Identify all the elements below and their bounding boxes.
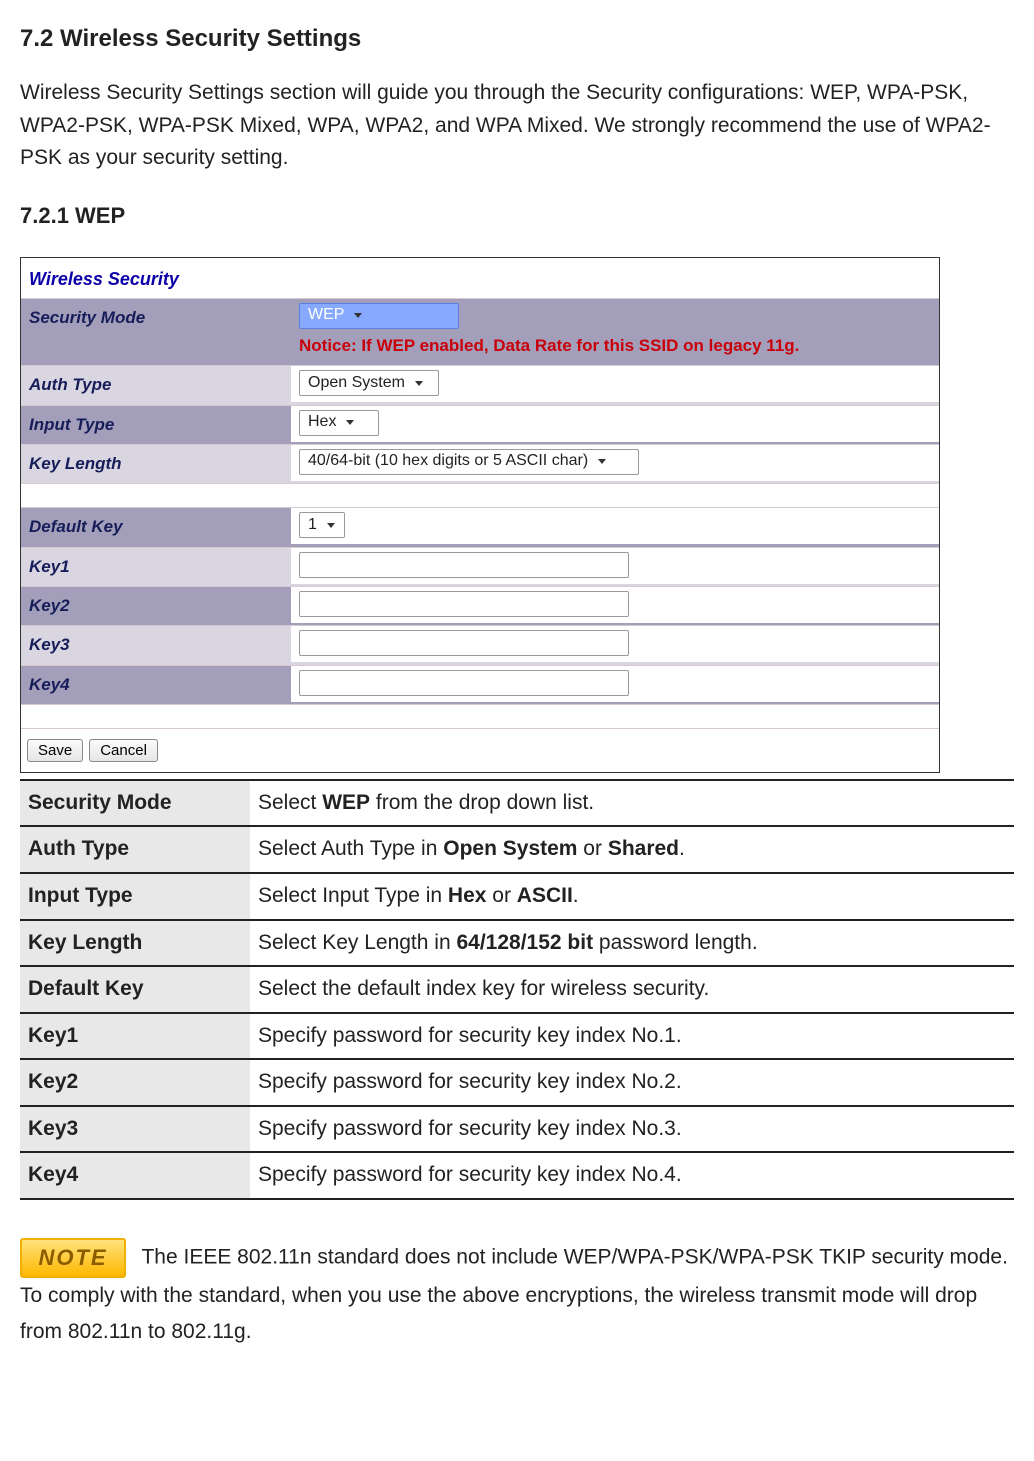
label-input-type: Input Type (21, 406, 291, 444)
input-key4[interactable] (299, 670, 629, 696)
row-key-length: Key Length 40/64-bit (10 hex digits or 5… (21, 445, 939, 484)
intro-paragraph: Wireless Security Settings section will … (20, 77, 1014, 175)
select-key-length-value: 40/64-bit (10 hex digits or 5 ASCII char… (308, 449, 588, 474)
chevron-down-icon (327, 523, 335, 528)
table-row: Key LengthSelect Key Length in 64/128/15… (20, 920, 1014, 967)
input-key1[interactable] (299, 552, 629, 578)
input-key2[interactable] (299, 591, 629, 617)
panel-title: Wireless Security (21, 258, 939, 299)
chevron-down-icon (346, 420, 354, 425)
row-key2: Key2 (21, 587, 939, 626)
select-input-type[interactable]: Hex (299, 410, 379, 436)
select-auth-type[interactable]: Open System (299, 370, 439, 396)
desc-term: Default Key (20, 966, 250, 1013)
note-badge: NOTE (20, 1238, 126, 1278)
select-default-key[interactable]: 1 (299, 512, 345, 538)
table-row: Key2Specify password for security key in… (20, 1059, 1014, 1106)
desc-definition: Specify password for security key index … (250, 1059, 1014, 1106)
label-auth-type: Auth Type (21, 366, 291, 404)
desc-term: Security Mode (20, 780, 250, 827)
select-auth-type-value: Open System (308, 371, 405, 396)
label-key-length: Key Length (21, 445, 291, 483)
description-table: Security ModeSelect WEP from the drop do… (20, 779, 1014, 1200)
select-default-key-value: 1 (308, 513, 317, 538)
select-input-type-value: Hex (308, 410, 336, 435)
desc-term: Key3 (20, 1106, 250, 1153)
select-security-mode-value: WEP (308, 303, 344, 328)
table-row: Key3Specify password for security key in… (20, 1106, 1014, 1153)
desc-definition: Select Auth Type in Open System or Share… (250, 826, 1014, 873)
table-row: Input TypeSelect Input Type in Hex or AS… (20, 873, 1014, 920)
note-text: The IEEE 802.11n standard does not inclu… (20, 1245, 1008, 1342)
table-row: Security ModeSelect WEP from the drop do… (20, 780, 1014, 827)
desc-definition: Select Input Type in Hex or ASCII. (250, 873, 1014, 920)
spacer (21, 705, 939, 729)
label-key3: Key3 (21, 626, 291, 664)
chevron-down-icon (415, 381, 423, 386)
chevron-down-icon (598, 459, 606, 464)
desc-definition: Select WEP from the drop down list. (250, 780, 1014, 827)
wep-notice-text: Notice: If WEP enabled, Data Rate for th… (299, 333, 799, 359)
cancel-button[interactable]: Cancel (89, 739, 158, 762)
label-key1: Key1 (21, 548, 291, 586)
desc-definition: Specify password for security key index … (250, 1106, 1014, 1153)
desc-term: Key Length (20, 920, 250, 967)
table-row: Key1Specify password for security key in… (20, 1013, 1014, 1060)
wireless-security-panel: Wireless Security Security Mode WEP Noti… (20, 257, 940, 773)
note-block: NOTE The IEEE 802.11n standard does not … (20, 1238, 1014, 1349)
chevron-down-icon (354, 313, 362, 318)
desc-term: Key2 (20, 1059, 250, 1106)
heading-main: 7.2 Wireless Security Settings (20, 20, 1014, 57)
select-key-length[interactable]: 40/64-bit (10 hex digits or 5 ASCII char… (299, 449, 639, 475)
label-key2: Key2 (21, 587, 291, 625)
select-security-mode[interactable]: WEP (299, 303, 459, 329)
table-row: Default KeySelect the default index key … (20, 966, 1014, 1013)
heading-subsection: 7.2.1 WEP (20, 199, 1014, 233)
desc-definition: Select Key Length in 64/128/152 bit pass… (250, 920, 1014, 967)
save-button[interactable]: Save (27, 739, 83, 762)
desc-term: Input Type (20, 873, 250, 920)
desc-term: Key1 (20, 1013, 250, 1060)
label-security-mode: Security Mode (21, 299, 291, 337)
row-default-key: Default Key 1 (21, 508, 939, 547)
button-bar: Save Cancel (21, 729, 939, 772)
row-key3: Key3 (21, 626, 939, 665)
spacer (21, 484, 939, 508)
row-input-type: Input Type Hex (21, 406, 939, 445)
row-key1: Key1 (21, 548, 939, 587)
desc-term: Key4 (20, 1152, 250, 1199)
desc-definition: Specify password for security key index … (250, 1013, 1014, 1060)
desc-term: Auth Type (20, 826, 250, 873)
row-security-mode: Security Mode WEP Notice: If WEP enabled… (21, 299, 939, 366)
input-key3[interactable] (299, 630, 629, 656)
desc-definition: Specify password for security key index … (250, 1152, 1014, 1199)
label-key4: Key4 (21, 666, 291, 704)
row-auth-type: Auth Type Open System (21, 366, 939, 405)
desc-definition: Select the default index key for wireles… (250, 966, 1014, 1013)
label-default-key: Default Key (21, 508, 291, 546)
row-key4: Key4 (21, 666, 939, 705)
table-row: Key4Specify password for security key in… (20, 1152, 1014, 1199)
table-row: Auth TypeSelect Auth Type in Open System… (20, 826, 1014, 873)
